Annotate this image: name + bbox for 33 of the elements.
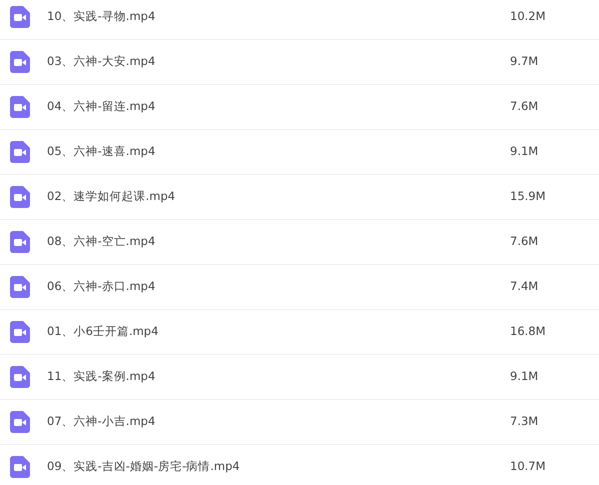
- file-name[interactable]: 06、六神-赤口.mp4: [47, 278, 507, 296]
- file-name[interactable]: 03、六神-大安.mp4: [47, 53, 507, 71]
- file-size: 9.7M: [510, 53, 538, 70]
- file-size: 10.2M: [510, 8, 546, 26]
- file-name[interactable]: 08、六神-空亡.mp4: [47, 233, 507, 251]
- file-size: 7.6M: [510, 98, 538, 116]
- file-size: 16.8M: [510, 323, 546, 340]
- video-file-icon: [10, 411, 30, 433]
- file-size: 9.1M: [510, 368, 538, 386]
- video-file-icon: [10, 141, 30, 163]
- video-file-icon: [10, 276, 30, 298]
- video-file-icon: [10, 51, 30, 73]
- file-name[interactable]: 11、实践-案例.mp4: [47, 368, 507, 386]
- video-file-icon: [10, 321, 30, 343]
- file-size: 15.9M: [510, 188, 546, 206]
- file-size: 7.6M: [510, 233, 538, 250]
- video-file-icon: [10, 231, 30, 253]
- file-name[interactable]: 04、六神-留连.mp4: [47, 98, 507, 116]
- video-file-icon: [10, 186, 30, 208]
- video-file-icon: [10, 96, 30, 118]
- file-size: 7.3M: [510, 413, 538, 430]
- file-name[interactable]: 01、小6壬开篇.mp4: [47, 323, 507, 341]
- file-name[interactable]: 09、实践-吉凶-婚姻-房宅-病情.mp4: [47, 458, 507, 476]
- video-file-icon: [10, 456, 30, 478]
- file-size: 10.7M: [510, 458, 546, 476]
- video-file-icon: [10, 366, 30, 388]
- file-name[interactable]: 05、六神-速喜.mp4: [47, 143, 507, 161]
- file-name[interactable]: 02、速学如何起课.mp4: [47, 188, 507, 206]
- file-size: 9.1M: [510, 143, 538, 160]
- file-size: 7.4M: [510, 278, 538, 296]
- video-file-icon: [10, 6, 30, 28]
- file-name[interactable]: 07、六神-小吉.mp4: [47, 413, 507, 431]
- file-name[interactable]: 10、实践-寻物.mp4: [47, 8, 507, 26]
